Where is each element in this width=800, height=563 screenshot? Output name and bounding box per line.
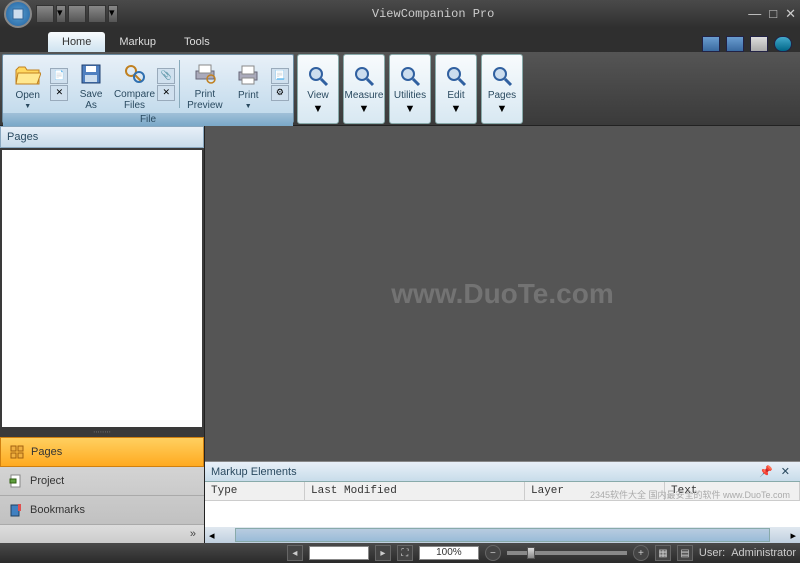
- page-field[interactable]: [309, 546, 369, 560]
- page-prev-icon[interactable]: ◂: [287, 545, 303, 561]
- magnifier-icon: [398, 64, 422, 88]
- help-button[interactable]: [774, 36, 792, 52]
- user-name: Administrator: [731, 547, 796, 559]
- tab-markup[interactable]: Markup: [105, 32, 170, 52]
- zoom-field[interactable]: 100%: [419, 546, 479, 560]
- sidebar-item-label: Bookmarks: [30, 504, 85, 516]
- qat-open-icon[interactable]: [36, 5, 54, 23]
- col-last-modified[interactable]: Last Modified: [305, 482, 525, 500]
- sidebar-item-pages[interactable]: Pages: [0, 437, 204, 467]
- print-button[interactable]: Print▼: [228, 57, 269, 111]
- magnifier-icon: [352, 64, 376, 88]
- recent-icon[interactable]: 📄: [50, 68, 68, 84]
- sidebar-item-label: Project: [30, 475, 64, 487]
- qat-dropdown-icon[interactable]: ▾: [56, 5, 66, 23]
- folder-open-icon: [15, 62, 41, 88]
- ribbon-tabs: Home Markup Tools: [0, 28, 800, 52]
- project-icon: [8, 473, 24, 489]
- markup-panel-title: Markup Elements: [211, 466, 297, 478]
- status-bar: ◂ ▸ ⛶ 100% − + ▦ ▤ User: Administrator: [0, 543, 800, 563]
- sidebar-item-bookmarks[interactable]: Bookmarks: [0, 496, 204, 525]
- tab-home[interactable]: Home: [48, 32, 105, 52]
- quick-access-toolbar: ▾ ▾: [36, 5, 118, 23]
- canvas-area: www.DuoTe.com Markup Elements 📌 ✕ Type L…: [205, 126, 800, 543]
- document-viewport[interactable]: www.DuoTe.com: [205, 126, 800, 461]
- magnifier-icon: [490, 64, 514, 88]
- layout-icon[interactable]: ▤: [677, 545, 693, 561]
- main-area: Pages ∙∙∙∙∙∙∙∙ Pages Project Bookmarks »…: [0, 126, 800, 543]
- minimize-button[interactable]: —: [748, 6, 761, 22]
- compare-files-button[interactable]: Compare Files: [114, 57, 155, 111]
- compare-icon: [122, 61, 148, 87]
- markup-elements-panel: Markup Elements 📌 ✕ Type Last Modified L…: [205, 461, 800, 543]
- style-button-1[interactable]: [702, 36, 720, 52]
- zoom-in-icon[interactable]: +: [633, 545, 649, 561]
- qat-print-icon[interactable]: [68, 5, 86, 23]
- sidebar: Pages ∙∙∙∙∙∙∙∙ Pages Project Bookmarks »: [0, 126, 205, 543]
- open-button[interactable]: Open▼: [7, 57, 48, 111]
- save-as-button[interactable]: Save As: [70, 57, 111, 111]
- view-button[interactable]: View▼: [297, 54, 339, 124]
- user-label: User:: [699, 547, 725, 559]
- sidebar-item-label: Pages: [31, 446, 62, 458]
- close-file-icon[interactable]: ✕: [50, 85, 68, 101]
- page-setup-icon[interactable]: 📃: [271, 68, 289, 84]
- pages-thumbnails[interactable]: [2, 150, 202, 427]
- zoom-slider[interactable]: [507, 551, 627, 555]
- sidebar-splitter[interactable]: ∙∙∙∙∙∙∙∙: [0, 429, 204, 437]
- fit-page-icon[interactable]: ⛶: [397, 545, 413, 561]
- close-panel-icon[interactable]: ✕: [777, 465, 794, 478]
- qat-more-icon[interactable]: ▾: [108, 5, 118, 23]
- pin-icon[interactable]: 📌: [755, 465, 777, 478]
- window-controls: — □ ✕: [748, 6, 796, 22]
- app-menu-button[interactable]: [4, 0, 32, 28]
- magnifier-icon: [444, 64, 468, 88]
- page-next-icon[interactable]: ▸: [375, 545, 391, 561]
- style-button-3[interactable]: [750, 36, 768, 52]
- pages-button[interactable]: Pages▼: [481, 54, 523, 124]
- printer-icon: [235, 62, 261, 88]
- pages-grid-icon: [9, 444, 25, 460]
- ribbon: Open▼ 📄 ✕ Save As Compare Files 📎 ✕ Pr: [0, 52, 800, 126]
- col-type[interactable]: Type: [205, 482, 305, 500]
- zoom-out-icon[interactable]: −: [485, 545, 501, 561]
- utilities-button[interactable]: Utilities▼: [389, 54, 431, 124]
- site-badge: 2345软件大全 国内最安全的软件 www.DuoTe.com: [590, 488, 790, 501]
- close-button[interactable]: ✕: [785, 6, 796, 22]
- print-settings-icon[interactable]: ⚙: [271, 85, 289, 101]
- sidebar-nav: Pages Project Bookmarks »: [0, 437, 204, 543]
- style-button-2[interactable]: [726, 36, 744, 52]
- watermark: www.DuoTe.com: [391, 278, 613, 310]
- delete-icon[interactable]: ✕: [157, 85, 175, 101]
- title-bar: ▾ ▾ ViewCompanion Pro — □ ✕: [0, 0, 800, 28]
- view-mode-icon[interactable]: ▦: [655, 545, 671, 561]
- print-preview-icon: [192, 61, 218, 87]
- horizontal-scrollbar[interactable]: ◂▸: [205, 527, 800, 543]
- sidebar-item-project[interactable]: Project: [0, 467, 204, 496]
- markup-table-body[interactable]: 2345软件大全 国内最安全的软件 www.DuoTe.com: [205, 501, 800, 527]
- ribbon-group-file: Open▼ 📄 ✕ Save As Compare Files 📎 ✕ Pr: [2, 54, 294, 123]
- measure-button[interactable]: Measure▼: [343, 54, 385, 124]
- sidebar-collapse-button[interactable]: »: [0, 525, 204, 543]
- magnifier-icon: [306, 64, 330, 88]
- print-preview-button[interactable]: Print Preview: [184, 57, 225, 111]
- edit-button[interactable]: Edit▼: [435, 54, 477, 124]
- save-icon: [78, 61, 104, 87]
- ribbon-group-label: File: [3, 113, 293, 126]
- bookmarks-icon: [8, 502, 24, 518]
- attach-icon[interactable]: 📎: [157, 68, 175, 84]
- maximize-button[interactable]: □: [769, 6, 777, 22]
- tab-tools[interactable]: Tools: [170, 32, 224, 52]
- window-title: ViewCompanion Pro: [118, 7, 748, 21]
- sidebar-panel-title: Pages: [0, 126, 204, 148]
- qat-save-icon[interactable]: [88, 5, 106, 23]
